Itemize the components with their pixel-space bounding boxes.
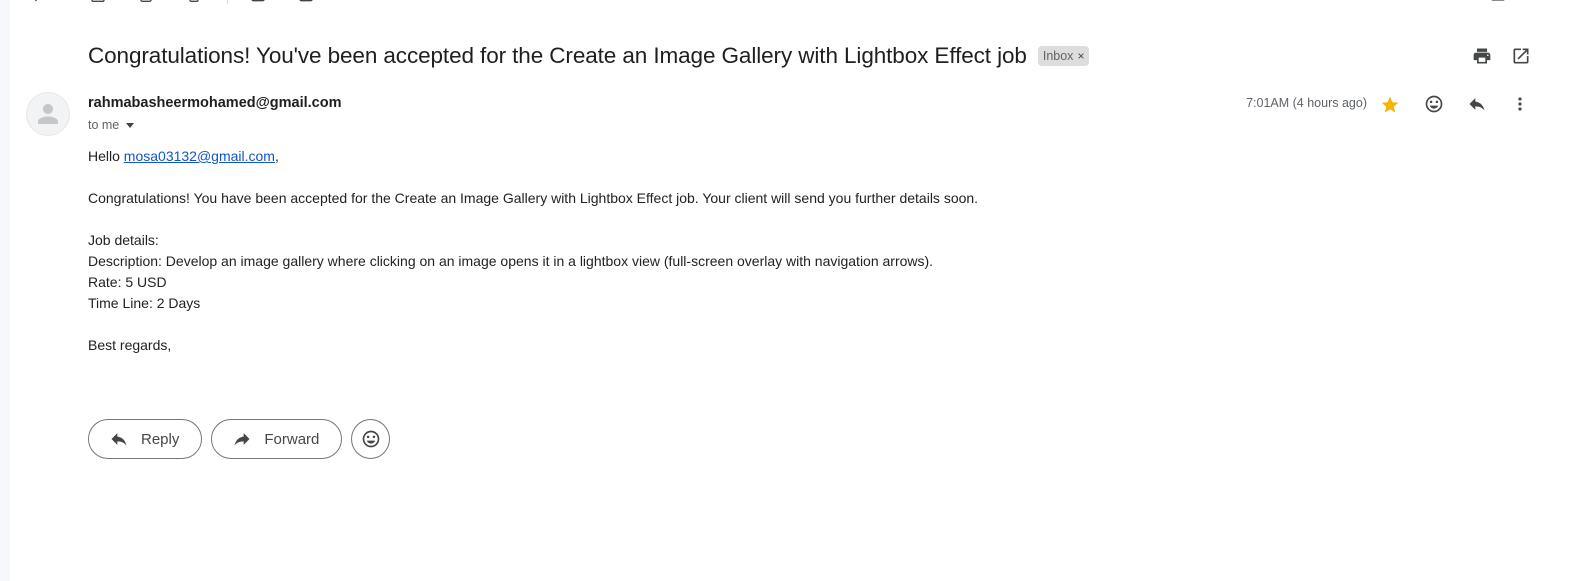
open-in-new-window-icon xyxy=(1513,48,1529,64)
job-rate: Rate: 5 USD xyxy=(88,274,167,290)
greeting-prefix: Hello xyxy=(88,148,124,164)
back-icon[interactable] xyxy=(28,0,44,4)
recipient-email-link[interactable]: mosa03132@gmail.com xyxy=(124,148,275,164)
open-in-new-window-button[interactable] xyxy=(1509,44,1533,68)
print-icon xyxy=(1473,48,1491,64)
email-subject: Congratulations! You've been accepted fo… xyxy=(88,43,1027,68)
sender-avatar[interactable] xyxy=(26,92,70,136)
recipient-line: to me xyxy=(88,118,135,132)
add-reaction-pill-button[interactable] xyxy=(351,419,391,459)
signoff: Best regards, xyxy=(88,337,172,353)
input-tools-icon[interactable] xyxy=(1490,0,1506,4)
email-toolbar xyxy=(10,0,1589,6)
email-body: Hello mosa03132@gmail.com, Congratulatio… xyxy=(88,146,978,356)
reply-button[interactable]: Reply xyxy=(88,419,203,459)
more-vert-icon xyxy=(1518,97,1522,111)
snooze-icon[interactable] xyxy=(298,0,314,4)
reply-header-button[interactable] xyxy=(1465,92,1489,116)
reply-icon xyxy=(111,433,127,446)
reply-actions: Reply Forward xyxy=(88,419,391,459)
star-button[interactable] xyxy=(1378,93,1402,117)
greeting-suffix: , xyxy=(274,148,279,164)
job-details-heading: Job details: xyxy=(88,232,159,248)
greeting-line: Hello mosa03132@gmail.com, xyxy=(88,146,978,167)
mark-unread-icon[interactable] xyxy=(250,0,266,4)
more-options-button[interactable] xyxy=(1508,92,1532,116)
add-to-tasks-icon[interactable] xyxy=(344,0,360,4)
reply-label: Reply xyxy=(141,430,180,448)
job-timeline: Time Line: 2 Days xyxy=(88,295,201,311)
email-timestamp: 7:01AM (4 hours ago) xyxy=(1246,96,1367,110)
remove-label-icon[interactable]: × xyxy=(1077,49,1084,63)
star-icon xyxy=(1381,96,1399,113)
reply-icon xyxy=(1469,98,1485,111)
forward-label: Forward xyxy=(264,430,320,448)
emoji-reaction-icon xyxy=(1425,95,1443,113)
forward-button[interactable]: Forward xyxy=(211,419,343,459)
sender-email[interactable]: rahmabasheermohamed@gmail.com xyxy=(88,95,341,111)
delete-icon[interactable] xyxy=(186,0,202,4)
forward-icon xyxy=(234,433,250,446)
inbox-label-chip[interactable]: Inbox × xyxy=(1037,46,1090,66)
label-text: Inbox xyxy=(1042,49,1074,63)
person-icon xyxy=(38,104,58,124)
recipient-text: to me xyxy=(88,118,120,132)
job-description: Description: Develop an image gallery wh… xyxy=(88,253,934,269)
show-details-chevron-icon[interactable] xyxy=(126,123,135,128)
print-button[interactable] xyxy=(1470,44,1494,68)
email-view: Congratulations! You've been accepted fo… xyxy=(10,0,1589,581)
emoji-reaction-icon xyxy=(362,430,380,448)
body-paragraph: Congratulations! You have been accepted … xyxy=(88,190,979,206)
subject-row: Congratulations! You've been accepted fo… xyxy=(88,40,1090,72)
add-reaction-button[interactable] xyxy=(1422,92,1446,116)
toolbar-divider xyxy=(227,0,228,4)
archive-icon[interactable] xyxy=(90,0,106,4)
report-spam-icon[interactable] xyxy=(138,0,154,4)
